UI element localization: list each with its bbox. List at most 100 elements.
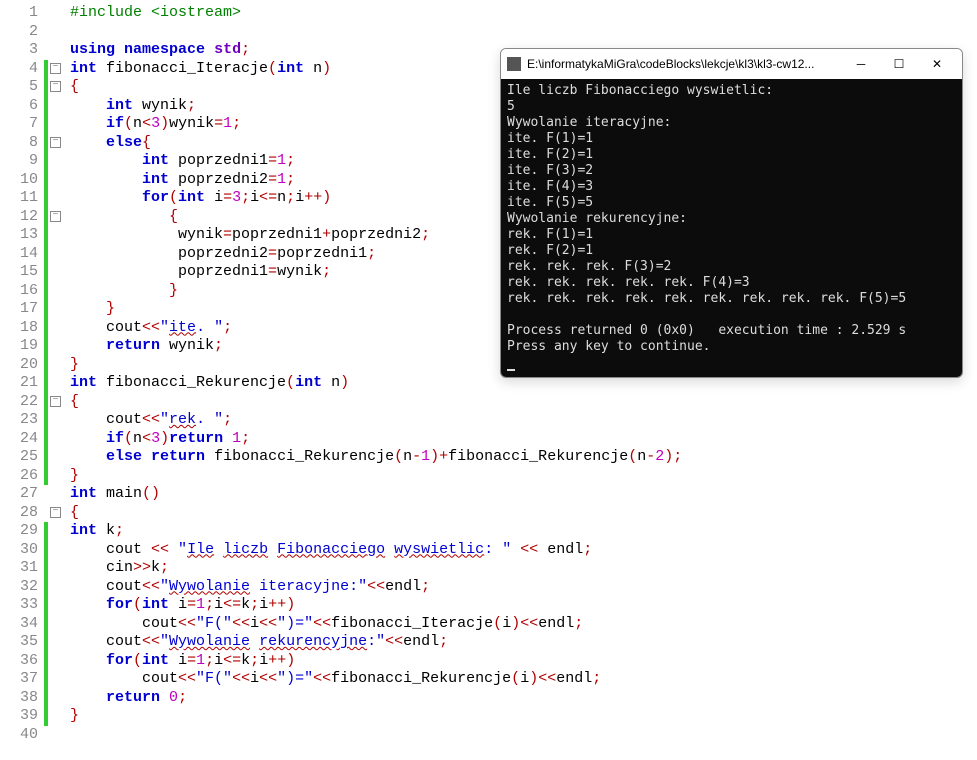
change-marker <box>44 522 48 541</box>
fold-toggle[interactable]: − <box>50 396 61 407</box>
line-number: 38 <box>0 689 38 708</box>
change-marker <box>44 134 48 153</box>
code-line[interactable]: int main() <box>70 485 977 504</box>
line-number: 36 <box>0 652 38 671</box>
code-line[interactable]: cin>>k; <box>70 559 977 578</box>
change-marker <box>44 245 48 264</box>
line-number: 6 <box>0 97 38 116</box>
console-window: E:\informatykaMiGra\codeBlocks\lekcje\kl… <box>500 48 963 378</box>
change-marker <box>44 467 48 486</box>
line-number: 28 <box>0 504 38 523</box>
code-line[interactable]: { <box>70 393 977 412</box>
change-marker <box>44 633 48 652</box>
change-marker <box>44 97 48 116</box>
change-marker <box>44 282 48 301</box>
line-number: 31 <box>0 559 38 578</box>
line-number: 2 <box>0 23 38 42</box>
change-marker <box>44 226 48 245</box>
change-marker <box>44 541 48 560</box>
line-number: 12 <box>0 208 38 227</box>
line-number: 24 <box>0 430 38 449</box>
fold-toggle[interactable]: − <box>50 63 61 74</box>
fold-margin: − − − − − − <box>44 0 64 760</box>
app-icon <box>507 57 521 71</box>
code-line[interactable] <box>70 23 977 42</box>
change-marker <box>44 374 48 393</box>
line-number: 4 <box>0 60 38 79</box>
code-line[interactable] <box>70 726 977 745</box>
change-marker <box>44 448 48 467</box>
code-line[interactable]: } <box>70 707 977 726</box>
code-line[interactable]: cout << "Ile liczb Fibonacciego wyswietl… <box>70 541 977 560</box>
line-number: 15 <box>0 263 38 282</box>
line-number: 16 <box>0 282 38 301</box>
window-title: E:\informatykaMiGra\codeBlocks\lekcje\kl… <box>527 57 842 71</box>
code-line[interactable]: return 0; <box>70 689 977 708</box>
change-marker <box>44 689 48 708</box>
line-number: 39 <box>0 707 38 726</box>
change-marker <box>44 300 48 319</box>
line-number: 40 <box>0 726 38 745</box>
line-number: 10 <box>0 171 38 190</box>
line-number: 3 <box>0 41 38 60</box>
code-line[interactable]: int k; <box>70 522 977 541</box>
code-line[interactable]: if(n<3)return 1; <box>70 430 977 449</box>
line-number: 7 <box>0 115 38 134</box>
change-marker <box>44 578 48 597</box>
line-number: 8 <box>0 134 38 153</box>
line-number: 14 <box>0 245 38 264</box>
line-number: 29 <box>0 522 38 541</box>
code-line[interactable]: cout<<"Wywolanie rekurencyjne:"<<endl; <box>70 633 977 652</box>
change-marker <box>44 171 48 190</box>
code-line[interactable]: for(int i=1;i<=k;i++) <box>70 596 977 615</box>
code-line[interactable]: #include <iostream> <box>70 4 977 23</box>
line-number: 33 <box>0 596 38 615</box>
titlebar[interactable]: E:\informatykaMiGra\codeBlocks\lekcje\kl… <box>501 49 962 79</box>
code-line[interactable]: cout<<"Wywolanie iteracyjne:"<<endl; <box>70 578 977 597</box>
code-line[interactable]: for(int i=1;i<=k;i++) <box>70 652 977 671</box>
maximize-button[interactable]: ☐ <box>880 49 918 79</box>
code-line[interactable]: cout<<"rek. "; <box>70 411 977 430</box>
code-line[interactable]: cout<<"F("<<i<<")="<<fibonacci_Iteracje(… <box>70 615 977 634</box>
line-number: 5 <box>0 78 38 97</box>
change-marker <box>44 707 48 726</box>
code-line[interactable]: { <box>70 504 977 523</box>
code-line[interactable]: } <box>70 467 977 486</box>
close-button[interactable]: ✕ <box>918 49 956 79</box>
fold-toggle[interactable]: − <box>50 81 61 92</box>
change-marker <box>44 78 48 97</box>
change-marker <box>44 115 48 134</box>
terminal-output[interactable]: Ile liczb Fibonacciego wyswietlic: 5 Wyw… <box>501 79 962 377</box>
cursor <box>507 369 515 371</box>
change-marker <box>44 319 48 338</box>
change-marker <box>44 263 48 282</box>
line-number: 26 <box>0 467 38 486</box>
change-marker <box>44 670 48 689</box>
change-marker <box>44 356 48 375</box>
line-number: 34 <box>0 615 38 634</box>
minimize-button[interactable]: ─ <box>842 49 880 79</box>
line-number-gutter: 1234567891011121314151617181920212223242… <box>0 0 44 760</box>
line-number: 27 <box>0 485 38 504</box>
line-number: 18 <box>0 319 38 338</box>
code-line[interactable]: cout<<"F("<<i<<")="<<fibonacci_Rekurencj… <box>70 670 977 689</box>
line-number: 23 <box>0 411 38 430</box>
line-number: 32 <box>0 578 38 597</box>
fold-toggle[interactable]: − <box>50 211 61 222</box>
fold-toggle[interactable]: − <box>50 137 61 148</box>
code-line[interactable]: else return fibonacci_Rekurencje(n-1)+fi… <box>70 448 977 467</box>
line-number: 9 <box>0 152 38 171</box>
line-number: 35 <box>0 633 38 652</box>
line-number: 25 <box>0 448 38 467</box>
line-number: 1 <box>0 4 38 23</box>
line-number: 37 <box>0 670 38 689</box>
line-number: 17 <box>0 300 38 319</box>
line-number: 20 <box>0 356 38 375</box>
change-marker <box>44 652 48 671</box>
fold-toggle[interactable]: − <box>50 507 61 518</box>
change-marker <box>44 60 48 79</box>
change-marker <box>44 615 48 634</box>
change-marker <box>44 393 48 412</box>
line-number: 30 <box>0 541 38 560</box>
line-number: 13 <box>0 226 38 245</box>
